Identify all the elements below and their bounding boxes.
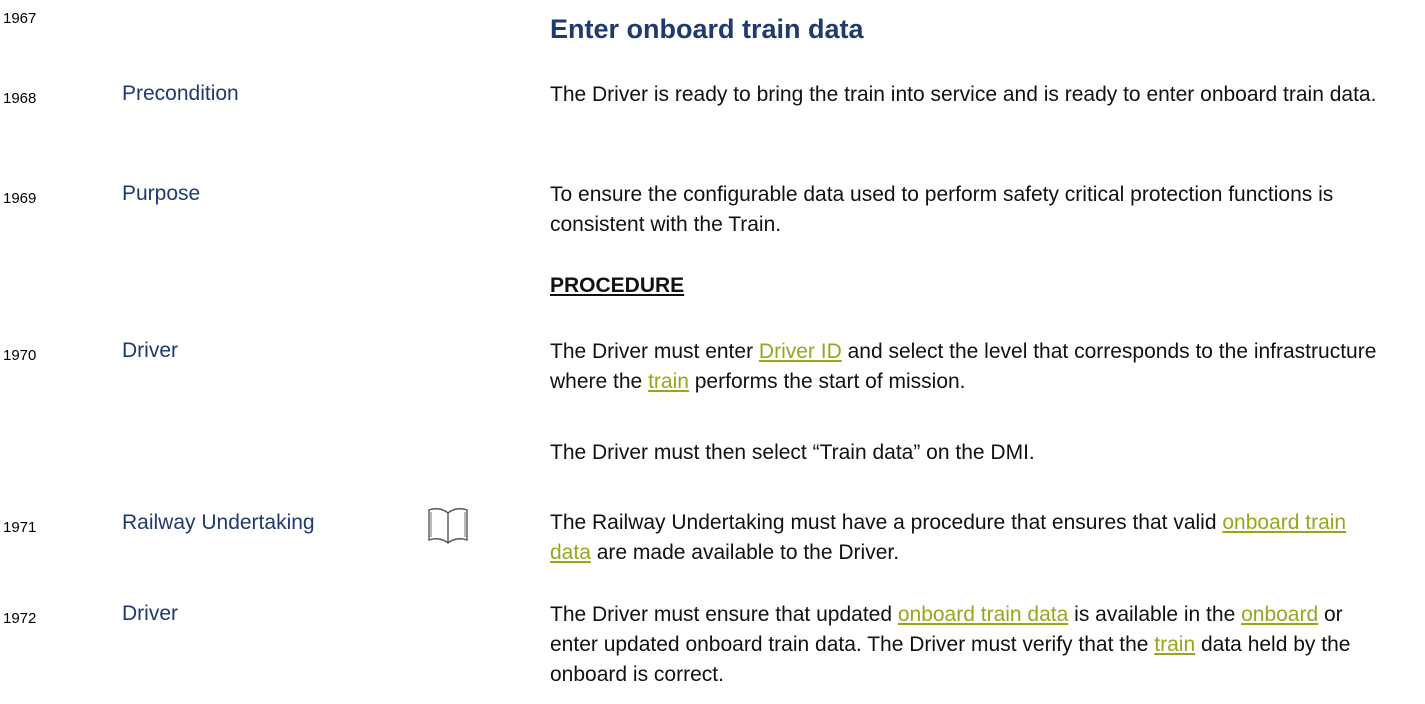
line-number: 1970 [3, 347, 37, 364]
role-label-driver: Driver [122, 339, 178, 362]
onboard-link[interactable]: onboard [1241, 603, 1318, 626]
driver-id-link[interactable]: Driver ID [759, 340, 842, 363]
train-link[interactable]: train [1154, 633, 1195, 656]
text-segment: The Railway Undertaking must have a proc… [550, 511, 1223, 534]
line-number: 1968 [3, 90, 37, 107]
onboard-train-data-link[interactable]: onboard train data [898, 603, 1068, 626]
line-number: 1969 [3, 190, 37, 207]
train-link[interactable]: train [648, 370, 689, 393]
text-segment: is available in the [1068, 603, 1242, 626]
railway-undertaking-text: The Railway Undertaking must have a proc… [550, 508, 1390, 568]
role-label-precondition: Precondition [122, 82, 239, 105]
page-title: Enter onboard train data [550, 14, 864, 44]
role-label-purpose: Purpose [122, 182, 201, 205]
precondition-text: The Driver is ready to bring the train i… [550, 83, 1377, 106]
line-number: 1972 [3, 610, 37, 627]
driver-dmi-text: The Driver must then select “Train data”… [550, 441, 1035, 464]
role-label-railway-undertaking: Railway Undertaking [122, 511, 315, 534]
text-segment: performs the start of mission. [688, 370, 966, 393]
line-number: 1967 [3, 10, 37, 27]
driver-verify-text: The Driver must ensure that updated onbo… [550, 600, 1390, 690]
purpose-text: To ensure the configurable data used to … [550, 183, 1334, 236]
book-icon [428, 508, 468, 544]
line-number: 1971 [3, 519, 37, 536]
text-segment: The Driver must enter [550, 340, 759, 363]
role-label-driver: Driver [122, 602, 178, 625]
text-segment: The Driver must ensure that updated [550, 603, 898, 626]
procedure-heading: PROCEDURE [550, 274, 685, 297]
driver-instruction-text: The Driver must enter Driver ID and sele… [550, 337, 1390, 397]
text-segment: are made available to the Driver. [590, 541, 900, 564]
